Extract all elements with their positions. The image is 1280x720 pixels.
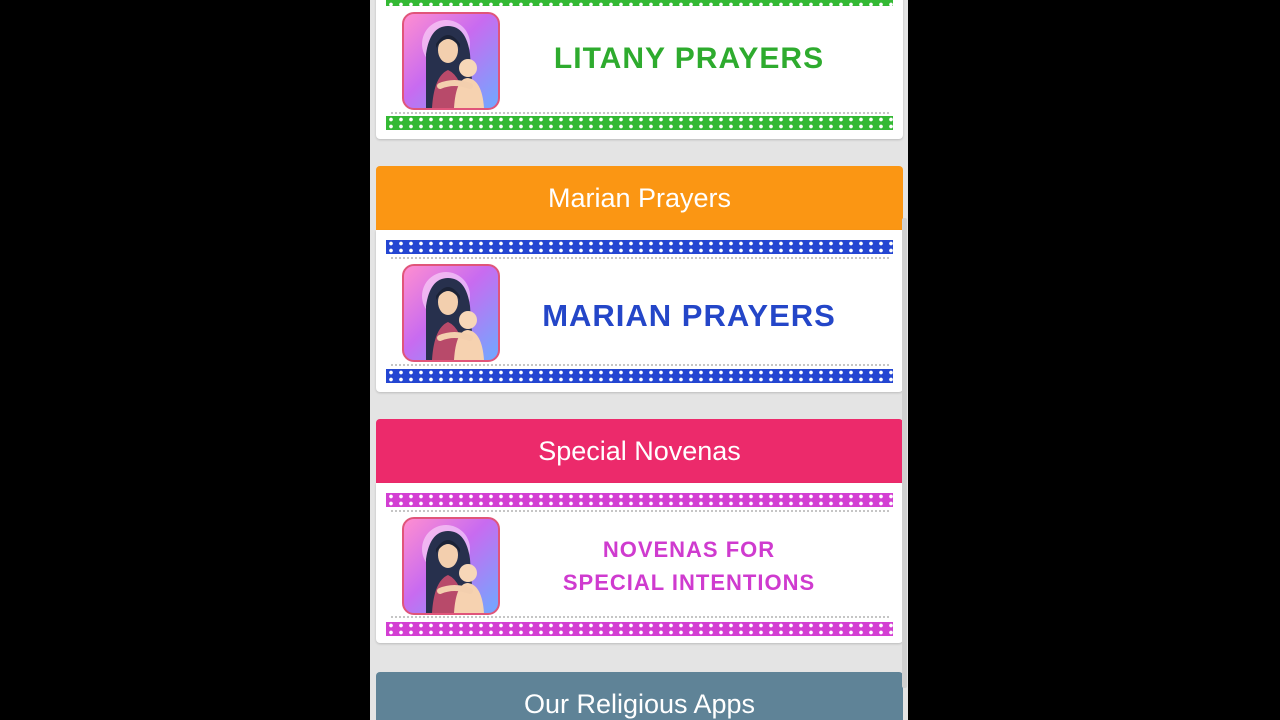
scrollbar[interactable] <box>902 218 907 688</box>
marian-prayers-section: Marian Prayers MARIAN PRAYERS <box>376 166 903 392</box>
madonna-and-child-icon <box>402 12 500 110</box>
card-top-stripe <box>386 493 893 507</box>
card-divider <box>390 112 889 114</box>
card-top-stripe <box>386 0 893 6</box>
app-screen: LITANY PRAYERS Marian Prayers MARIAN PRA… <box>370 0 908 720</box>
card-bottom-stripe <box>386 622 893 636</box>
marian-prayers-card[interactable]: MARIAN PRAYERS <box>376 230 903 392</box>
card-bottom-stripe <box>386 116 893 130</box>
card-divider <box>390 510 889 512</box>
marian-prayers-title: MARIAN PRAYERS <box>542 298 836 333</box>
card-divider <box>390 257 889 259</box>
marian-prayers-header[interactable]: Marian Prayers <box>376 166 903 230</box>
card-bottom-stripe <box>386 369 893 383</box>
card-divider <box>390 616 889 618</box>
special-novenas-section: Special Novenas NOVENAS FOR SPECIAL INTE… <box>376 419 903 643</box>
madonna-and-child-icon <box>402 264 500 362</box>
card-top-stripe <box>386 240 893 254</box>
card-divider <box>390 364 889 366</box>
litany-prayers-title: LITANY PRAYERS <box>553 42 825 75</box>
religious-apps-section: Our Religious Apps <box>376 672 903 720</box>
novenas-title-line2: SPECIAL INTENTIONS <box>562 570 816 595</box>
special-novenas-header[interactable]: Special Novenas <box>376 419 903 483</box>
madonna-and-child-icon <box>402 517 500 615</box>
religious-apps-header[interactable]: Our Religious Apps <box>376 672 903 720</box>
novenas-title-line1: NOVENAS FOR <box>602 537 776 562</box>
special-novenas-card[interactable]: NOVENAS FOR SPECIAL INTENTIONS <box>376 483 903 643</box>
litany-prayers-card[interactable]: LITANY PRAYERS <box>376 0 903 139</box>
